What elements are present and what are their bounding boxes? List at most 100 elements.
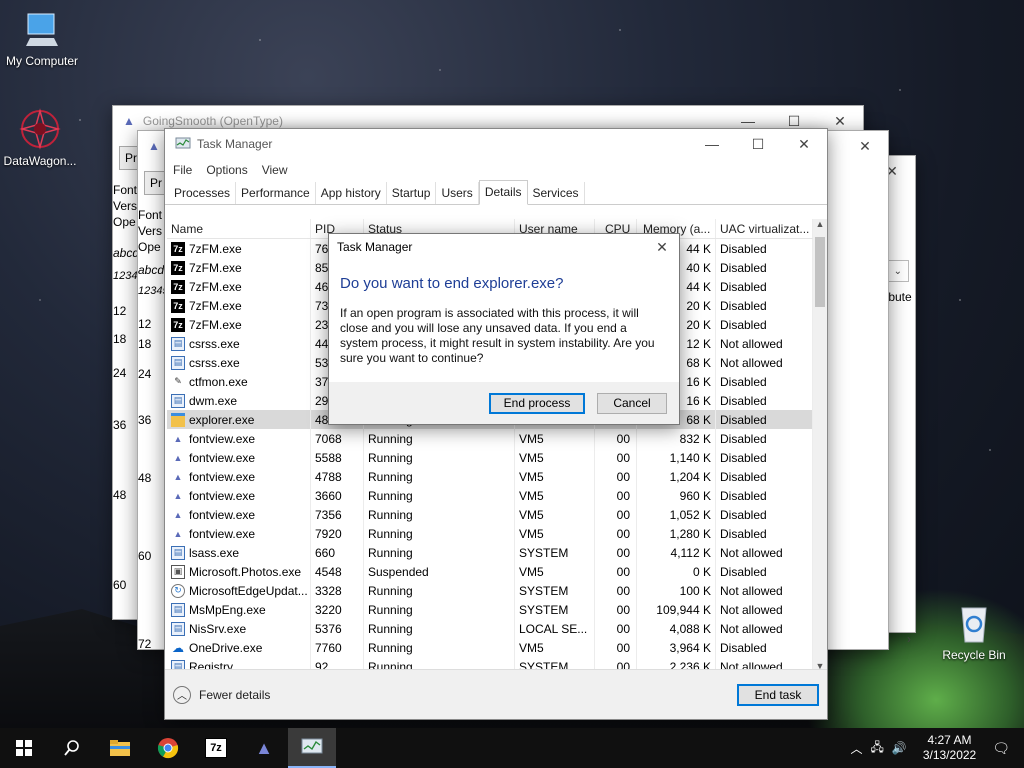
- size-24: 24: [113, 366, 127, 380]
- close-icon[interactable]: ✕: [842, 131, 888, 161]
- notification-icon[interactable]: 🗨: [992, 740, 1010, 757]
- window-title: Task Manager: [197, 137, 273, 151]
- font-viewer-icon: ▲: [173, 509, 183, 520]
- menu-file[interactable]: File: [173, 163, 192, 177]
- minimize-icon[interactable]: —: [689, 129, 735, 159]
- uac-cell: Not allowed: [716, 334, 813, 353]
- scrollbar-thumb[interactable]: [815, 237, 825, 307]
- uac-cell: Disabled: [716, 638, 813, 657]
- uac-cell: Disabled: [716, 239, 813, 258]
- table-row[interactable]: ▤ MsMpEng.exe 3220 Running SYSTEM 00 109,944 K…: [167, 600, 813, 619]
- process-name-cell: 7z 7zFM.exe: [167, 277, 311, 296]
- scroll-up-icon[interactable]: ▲: [813, 219, 827, 229]
- column-header-name[interactable]: Name ^: [167, 219, 311, 238]
- chrome-icon: [157, 738, 179, 759]
- table-row[interactable]: ↻ MicrosoftEdgeUpdat... 3328 Running SYSTEM 0…: [167, 581, 813, 600]
- status-cell: Running: [364, 505, 515, 524]
- desktop-icon-my-computer[interactable]: My Computer: [0, 10, 84, 68]
- close-icon[interactable]: ✕: [781, 129, 827, 159]
- start-button[interactable]: [0, 728, 48, 768]
- process-name-cell: ↻ MicrosoftEdgeUpdat...: [167, 581, 311, 600]
- search-button[interactable]: [48, 728, 96, 768]
- taskbar-font-viewer[interactable]: ▲: [240, 728, 288, 768]
- clock-time: 4:27 AM: [927, 733, 972, 747]
- process-name-cell: ▤ csrss.exe: [167, 334, 311, 353]
- process-name: fontview.exe: [189, 469, 256, 484]
- menu-view[interactable]: View: [262, 163, 288, 177]
- tab-startup[interactable]: Startup: [387, 182, 437, 204]
- tab-app-history[interactable]: App history: [316, 182, 387, 204]
- process-name-cell: 7z 7zFM.exe: [167, 315, 311, 334]
- window-title: GoingSmooth (OpenType): [142, 114, 283, 128]
- sort-up-icon: ^: [233, 219, 237, 223]
- table-row[interactable]: ▣ Microsoft.Photos.exe 4548 Suspended VM5 00 0…: [167, 562, 813, 581]
- table-row[interactable]: ☁ OneDrive.exe 7760 Running VM5 00 3,964 K Disa…: [167, 638, 813, 657]
- column-header-uac[interactable]: UAC virtualizat...: [716, 219, 813, 238]
- cpu-cell: 00: [595, 562, 637, 581]
- memory-cell: 1,280 K: [637, 524, 716, 543]
- clock[interactable]: 4:27 AM 3/13/2022: [923, 733, 976, 763]
- end-process-dialog[interactable]: Task Manager ✕ Do you want to end explor…: [328, 233, 680, 425]
- process-name: 7zFM.exe: [189, 317, 242, 332]
- user-cell: VM5: [515, 467, 595, 486]
- taskbar-7zip[interactable]: 7z: [192, 728, 240, 768]
- status-cell: Running: [364, 486, 515, 505]
- sample-text: abcd: [113, 246, 140, 260]
- size-60: 60: [113, 578, 127, 592]
- desktop-icon-recycle-bin[interactable]: Recycle Bin: [932, 602, 1016, 662]
- table-row[interactable]: ▲ fontview.exe 7920 Running VM5 00 1,280 K Disa…: [167, 524, 813, 543]
- table-row[interactable]: ▤ NisSrv.exe 5376 Running LOCAL SE... 00 4,088…: [167, 619, 813, 638]
- end-task-button[interactable]: End task: [737, 683, 819, 706]
- clock-date: 3/13/2022: [922, 748, 977, 762]
- table-row[interactable]: ▲ fontview.exe 7356 Running VM5 00 1,052 K Disa…: [167, 505, 813, 524]
- table-row[interactable]: ▲ fontview.exe 5588 Running VM5 00 1,140 K Disa…: [167, 448, 813, 467]
- process-name-cell: ▲ fontview.exe: [167, 467, 311, 486]
- version-label: Vers: [113, 199, 138, 213]
- fewer-details-toggle[interactable]: ︿ Fewer details: [173, 685, 270, 704]
- volume-icon[interactable]: 🔊: [892, 741, 907, 755]
- vertical-scrollbar[interactable]: ▲ ▼: [813, 219, 827, 671]
- cpu-cell: 00: [595, 486, 637, 505]
- taskbar-task-manager[interactable]: [288, 728, 336, 768]
- tab-processes[interactable]: Processes: [169, 182, 237, 204]
- table-row[interactable]: ▲ fontview.exe 4788 Running VM5 00 1,204 K Disa…: [167, 467, 813, 486]
- tab-users[interactable]: Users: [436, 182, 479, 204]
- uac-cell: Disabled: [716, 296, 813, 315]
- font-viewer-icon: ▲: [173, 471, 183, 482]
- dialog-title: Task Manager: [337, 240, 413, 254]
- tab-services[interactable]: Services: [528, 182, 585, 204]
- scroll-right-icon[interactable]: ›: [907, 632, 911, 646]
- size-36: 36: [113, 418, 127, 432]
- network-icon[interactable]: 🖧: [870, 738, 883, 759]
- memory-cell: 0 K: [637, 562, 716, 581]
- tab-details[interactable]: Details: [478, 180, 528, 205]
- tab-performance[interactable]: Performance: [236, 182, 316, 204]
- cancel-button[interactable]: Cancel: [597, 392, 667, 414]
- taskbar-chrome[interactable]: [144, 728, 192, 768]
- uac-cell: Disabled: [716, 315, 813, 334]
- table-row[interactable]: ▲ fontview.exe 7068 Running VM5 00 832 K Disabl…: [167, 429, 813, 448]
- process-name-cell: 7z 7zFM.exe: [167, 296, 311, 315]
- size-72: 72: [138, 637, 152, 651]
- pid-cell: 5376: [311, 619, 364, 638]
- end-process-button[interactable]: End process: [489, 392, 585, 414]
- sample-text: abcd: [138, 263, 165, 277]
- font-viewer-icon: ▲: [173, 490, 183, 501]
- pid-cell: 7920: [311, 524, 364, 543]
- memory-cell: 1,204 K: [637, 467, 716, 486]
- process-name-cell: ▲ fontview.exe: [167, 524, 311, 543]
- menu-options[interactable]: Options: [206, 163, 247, 177]
- tab-bar: Processes Performance App history Startu…: [165, 180, 827, 205]
- task-manager-titlebar[interactable]: Task Manager — ☐ ✕: [165, 129, 827, 159]
- table-row[interactable]: ▤ lsass.exe 660 Running SYSTEM 00 4,112 K Not a…: [167, 543, 813, 562]
- uac-cell: Disabled: [716, 391, 813, 410]
- dialog-titlebar[interactable]: Task Manager ✕: [329, 234, 679, 260]
- close-icon[interactable]: ✕: [645, 234, 679, 260]
- uac-cell: Disabled: [716, 448, 813, 467]
- maximize-icon[interactable]: ☐: [735, 129, 781, 159]
- table-row[interactable]: ▲ fontview.exe 3660 Running VM5 00 960 K Disabl…: [167, 486, 813, 505]
- desktop-icon-datawagon[interactable]: DataWagon...: [0, 108, 82, 168]
- taskbar-file-explorer[interactable]: [96, 728, 144, 768]
- 7zip-icon: 7z: [205, 738, 227, 758]
- chevron-up-icon[interactable]: ︿: [850, 740, 862, 757]
